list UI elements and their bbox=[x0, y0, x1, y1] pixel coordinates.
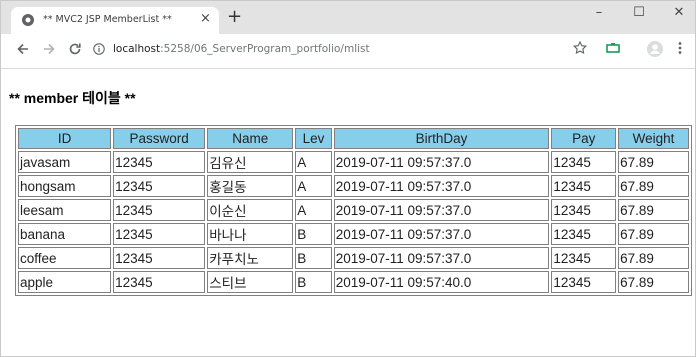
cell-birthday: 2019-07-11 09:57:37.0 bbox=[333, 247, 550, 269]
cell-id: apple bbox=[18, 271, 112, 293]
cell-id: javasam bbox=[18, 151, 112, 173]
cell-pay: 12345 bbox=[551, 151, 617, 173]
table-header-row: ID Password Name Lev BirthDay Pay Weight bbox=[18, 128, 689, 149]
table-row: apple 12345 스티브 B 2019-07-11 09:57:40.0 … bbox=[18, 271, 689, 293]
cell-birthday: 2019-07-11 09:57:37.0 bbox=[333, 151, 550, 173]
column-header-weight: Weight bbox=[618, 128, 689, 149]
cell-name: 홍길동 bbox=[207, 175, 294, 197]
cell-name: 카푸치노 bbox=[207, 247, 294, 269]
column-header-birthday: BirthDay bbox=[333, 128, 550, 149]
cell-weight: 67.89 bbox=[618, 151, 689, 173]
cell-lev: B bbox=[295, 271, 332, 293]
info-icon[interactable] bbox=[93, 43, 105, 55]
column-header-password: Password bbox=[113, 128, 206, 149]
page-content: ** member 테이블 ** ID Password Name Lev Bi… bbox=[1, 69, 695, 356]
cell-weight: 67.89 bbox=[618, 223, 689, 245]
column-header-lev: Lev bbox=[295, 128, 332, 149]
member-table: ID Password Name Lev BirthDay Pay Weight… bbox=[15, 125, 692, 296]
cell-pay: 12345 bbox=[551, 175, 617, 197]
minimize-button[interactable]: – bbox=[584, 5, 614, 20]
cell-birthday: 2019-07-11 09:57:40.0 bbox=[333, 271, 550, 293]
table-row: coffee 12345 카푸치노 B 2019-07-11 09:57:37.… bbox=[18, 247, 689, 269]
cell-weight: 67.89 bbox=[618, 175, 689, 197]
cell-pay: 12345 bbox=[551, 271, 617, 293]
cell-lev: B bbox=[295, 247, 332, 269]
profile-icon[interactable] bbox=[646, 40, 664, 58]
plus-icon[interactable]: + bbox=[227, 8, 242, 26]
table-row: hongsam 12345 홍길동 A 2019-07-11 09:57:37.… bbox=[18, 175, 689, 197]
globe-icon bbox=[22, 14, 34, 26]
cell-lev: A bbox=[295, 199, 332, 221]
cell-name: 김유신 bbox=[207, 151, 294, 173]
column-header-pay: Pay bbox=[551, 128, 617, 149]
page-title: ** member 테이블 ** bbox=[9, 90, 136, 106]
table-row: leesam 12345 이순신 A 2019-07-11 09:57:37.0… bbox=[18, 199, 689, 221]
cell-password: 12345 bbox=[113, 175, 206, 197]
cell-birthday: 2019-07-11 09:57:37.0 bbox=[333, 175, 550, 197]
cell-pay: 12345 bbox=[551, 247, 617, 269]
window-close-button[interactable]: ✕ bbox=[664, 5, 694, 20]
cell-lev: B bbox=[295, 223, 332, 245]
cell-name: 스티브 bbox=[207, 271, 294, 293]
cell-pay: 12345 bbox=[551, 199, 617, 221]
table-row: javasam 12345 김유신 A 2019-07-11 09:57:37.… bbox=[18, 151, 689, 173]
cell-password: 12345 bbox=[113, 151, 206, 173]
cell-password: 12345 bbox=[113, 247, 206, 269]
forward-icon[interactable] bbox=[41, 41, 57, 57]
column-header-name: Name bbox=[207, 128, 294, 149]
cell-id: coffee bbox=[18, 247, 112, 269]
browser-window: ** MVC2 JSP MemberList ** × + – ☐ ✕ loca… bbox=[0, 0, 696, 357]
cell-id: leesam bbox=[18, 199, 112, 221]
back-icon[interactable] bbox=[15, 41, 31, 57]
browser-tab[interactable]: ** MVC2 JSP MemberList ** × bbox=[11, 7, 219, 34]
cell-lev: A bbox=[295, 151, 332, 173]
cell-id: banana bbox=[18, 223, 112, 245]
url-host: localhost bbox=[113, 43, 161, 55]
cell-weight: 67.89 bbox=[618, 271, 689, 293]
url-path: :5258/06_ServerProgram_portfolio/mlist bbox=[160, 43, 370, 55]
browser-toolbar: localhost:5258/06_ServerProgram_portfoli… bbox=[1, 34, 695, 69]
address-bar[interactable]: localhost:5258/06_ServerProgram_portfoli… bbox=[113, 43, 370, 55]
column-header-id: ID bbox=[18, 128, 112, 149]
cell-lev: A bbox=[295, 175, 332, 197]
table-row: banana 12345 바나나 B 2019-07-11 09:57:37.0… bbox=[18, 223, 689, 245]
tab-title: ** MVC2 JSP MemberList ** bbox=[43, 14, 172, 25]
tab-strip: ** MVC2 JSP MemberList ** × + – ☐ ✕ bbox=[1, 1, 695, 34]
cell-birthday: 2019-07-11 09:57:37.0 bbox=[333, 199, 550, 221]
close-icon[interactable]: × bbox=[200, 11, 211, 26]
maximize-button[interactable]: ☐ bbox=[624, 5, 654, 20]
cell-weight: 67.89 bbox=[618, 247, 689, 269]
star-icon[interactable] bbox=[572, 40, 588, 56]
cell-password: 12345 bbox=[113, 199, 206, 221]
cell-password: 12345 bbox=[113, 223, 206, 245]
cell-password: 12345 bbox=[113, 271, 206, 293]
cell-birthday: 2019-07-11 09:57:37.0 bbox=[333, 223, 550, 245]
cell-name: 이순신 bbox=[207, 199, 294, 221]
cell-name: 바나나 bbox=[207, 223, 294, 245]
extension-icon[interactable] bbox=[605, 40, 621, 56]
cell-weight: 67.89 bbox=[618, 199, 689, 221]
reload-icon[interactable] bbox=[67, 41, 83, 57]
cell-pay: 12345 bbox=[551, 223, 617, 245]
menu-icon[interactable] bbox=[676, 40, 684, 56]
cell-id: hongsam bbox=[18, 175, 112, 197]
